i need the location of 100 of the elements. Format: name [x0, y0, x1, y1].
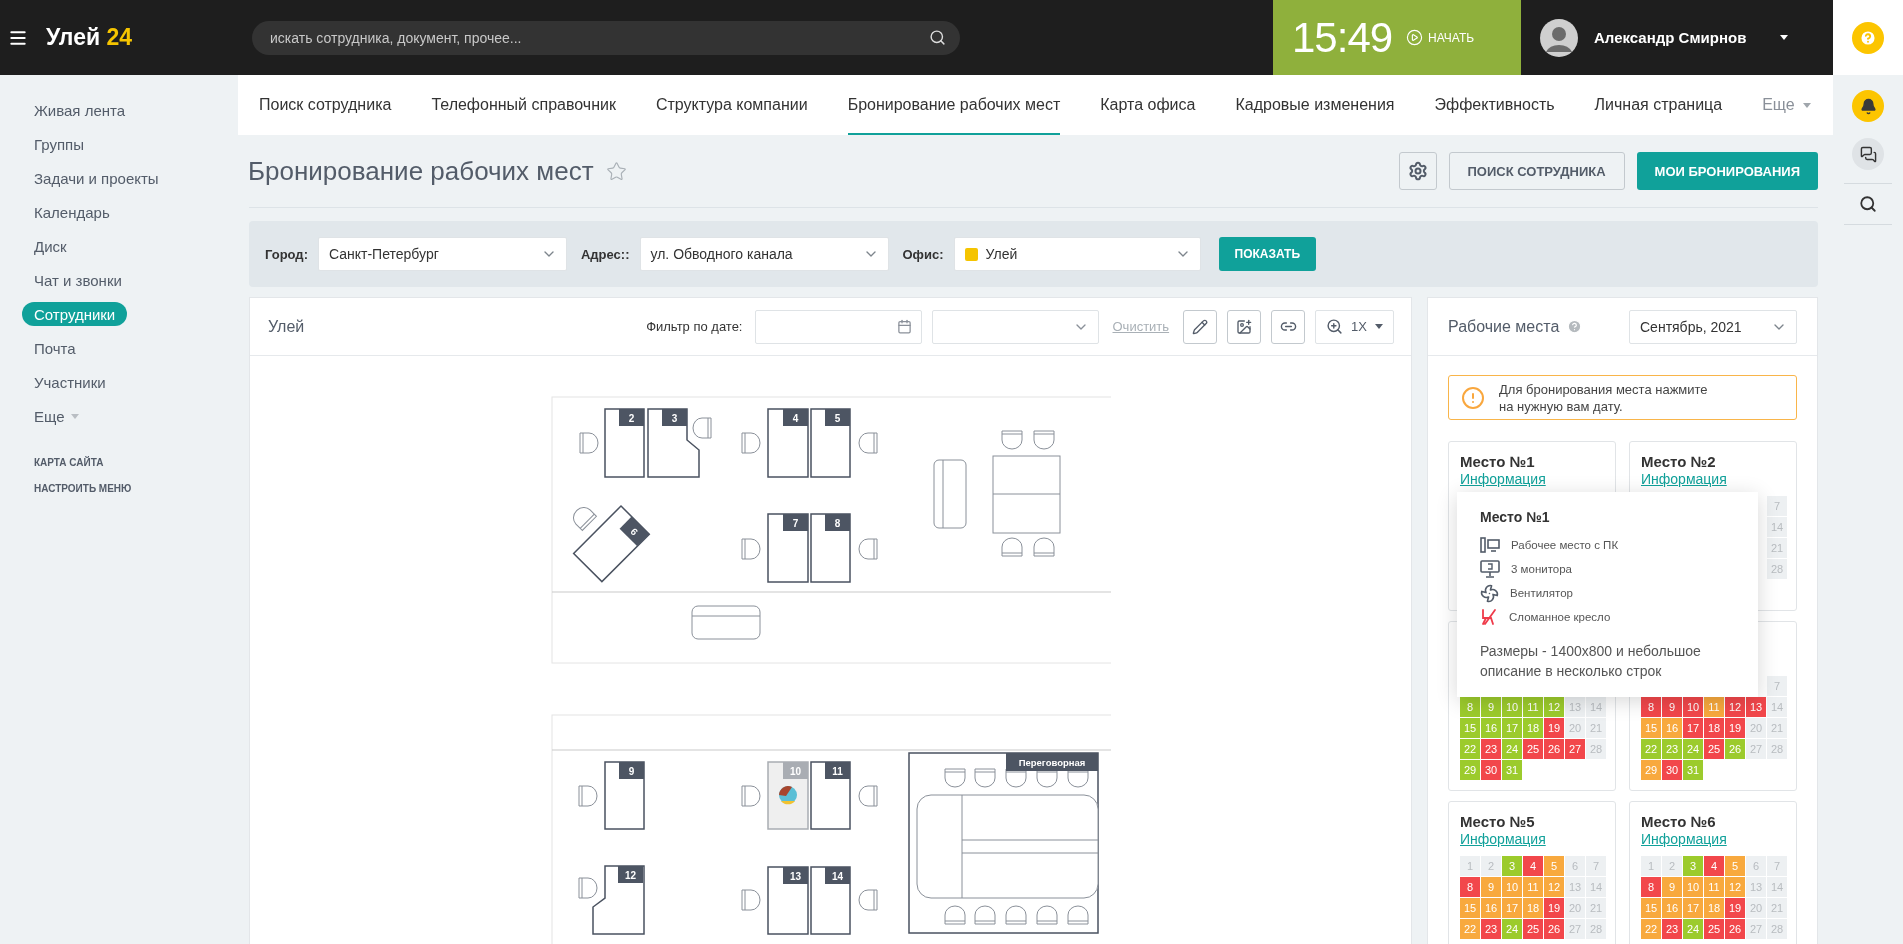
- calendar-day[interactable]: 19: [1544, 898, 1564, 918]
- desk[interactable]: 14: [810, 866, 851, 935]
- logo[interactable]: Улей 24: [46, 24, 133, 51]
- calendar-day[interactable]: 8: [1641, 877, 1661, 897]
- nav-tab[interactable]: Карта офиса: [1100, 75, 1196, 135]
- calendar-day[interactable]: 4: [1704, 856, 1724, 876]
- calendar-day[interactable]: 10: [1683, 877, 1703, 897]
- desk[interactable]: 4: [767, 408, 809, 478]
- calendar-day[interactable]: 25: [1523, 739, 1543, 759]
- calendar-day[interactable]: 24: [1502, 919, 1522, 939]
- sidebar-item[interactable]: Диск: [22, 234, 79, 258]
- calendar-day[interactable]: 10: [1502, 697, 1522, 717]
- calendar-day[interactable]: 24: [1502, 739, 1522, 759]
- desk[interactable]: 9: [604, 761, 645, 830]
- desk[interactable]: 6: [572, 504, 651, 583]
- filter-select[interactable]: Санкт-Петербург: [317, 237, 567, 271]
- calendar-day[interactable]: 9: [1662, 697, 1682, 717]
- sidebar-item[interactable]: Чат и звонки: [22, 268, 134, 292]
- calendar-day[interactable]: 19: [1725, 898, 1745, 918]
- calendar-day[interactable]: 23: [1662, 739, 1682, 759]
- calendar-day[interactable]: 26: [1725, 919, 1745, 939]
- filter-select[interactable]: Улей: [953, 237, 1201, 271]
- calendar-day[interactable]: 12: [1544, 697, 1564, 717]
- calendar-day[interactable]: 11: [1704, 697, 1724, 717]
- meeting-room[interactable]: [908, 752, 1099, 934]
- calendar-day[interactable]: 9: [1481, 697, 1501, 717]
- calendar-day[interactable]: 18: [1704, 718, 1724, 738]
- info-link[interactable]: Информация: [1460, 831, 1546, 848]
- calendar-day[interactable]: 31: [1683, 760, 1703, 780]
- desk[interactable]: 7: [767, 513, 809, 583]
- calendar-day[interactable]: 11: [1523, 877, 1543, 897]
- calendar-day[interactable]: 22: [1460, 919, 1480, 939]
- calendar-day[interactable]: 12: [1725, 877, 1745, 897]
- calendar-day[interactable]: 17: [1683, 898, 1703, 918]
- calendar-day[interactable]: 24: [1683, 919, 1703, 939]
- calendar-day[interactable]: 11: [1704, 877, 1724, 897]
- calendar-day[interactable]: 31: [1502, 760, 1522, 780]
- calendar-day[interactable]: 3: [1502, 856, 1522, 876]
- calendar-day[interactable]: 29: [1641, 760, 1661, 780]
- select-field[interactable]: [931, 309, 1099, 344]
- calendar-day[interactable]: 11: [1523, 697, 1543, 717]
- calendar-day[interactable]: 17: [1502, 718, 1522, 738]
- sidebar-link[interactable]: НАСТРОИТЬ МЕНЮ: [34, 483, 132, 494]
- desk[interactable]: 10: [767, 761, 809, 830]
- settings-button[interactable]: [1398, 152, 1437, 190]
- calendar-day[interactable]: 26: [1544, 919, 1564, 939]
- image-button[interactable]: [1227, 309, 1262, 344]
- calendar-day[interactable]: 9: [1662, 877, 1682, 897]
- search-field[interactable]: искать сотрудника, документ, прочее...: [252, 20, 960, 55]
- sidebar-more[interactable]: Еще: [22, 404, 91, 428]
- calendar-day[interactable]: 5: [1725, 856, 1745, 876]
- chat-button[interactable]: [1852, 138, 1884, 170]
- search-employee-button[interactable]: ПОИСК СОТРУДНИКА: [1448, 152, 1625, 190]
- calendar-day[interactable]: 27: [1565, 739, 1585, 759]
- month-select[interactable]: Сентябрь, 2021: [1629, 309, 1797, 344]
- calendar-day[interactable]: 15: [1641, 718, 1661, 738]
- calendar-day[interactable]: 23: [1481, 919, 1501, 939]
- calendar-day[interactable]: 19: [1725, 718, 1745, 738]
- calendar-day[interactable]: 30: [1662, 760, 1682, 780]
- sidebar-item[interactable]: Задачи и проекты: [22, 166, 171, 190]
- calendar-day[interactable]: 22: [1641, 919, 1661, 939]
- calendar-day[interactable]: 22: [1641, 739, 1661, 759]
- info-link[interactable]: Информация: [1641, 471, 1727, 488]
- calendar-day[interactable]: 12: [1544, 877, 1564, 897]
- calendar-day[interactable]: 19: [1544, 718, 1564, 738]
- zoom-button[interactable]: 1X: [1315, 309, 1394, 344]
- calendar-day[interactable]: 12: [1725, 697, 1745, 717]
- nav-tab[interactable]: Личная страница: [1594, 75, 1723, 135]
- calendar-day[interactable]: 18: [1523, 898, 1543, 918]
- calendar-day[interactable]: 24: [1683, 739, 1703, 759]
- edit-button[interactable]: [1183, 309, 1218, 344]
- calendar-day[interactable]: 29: [1460, 760, 1480, 780]
- desk[interactable]: 5: [810, 408, 851, 478]
- calendar-day[interactable]: 4: [1523, 856, 1543, 876]
- calendar-day[interactable]: 8: [1641, 697, 1661, 717]
- calendar-day[interactable]: 16: [1481, 898, 1501, 918]
- sidebar-item[interactable]: Почта: [22, 336, 88, 360]
- calendar-day[interactable]: 15: [1641, 898, 1661, 918]
- calendar-day[interactable]: 3: [1683, 856, 1703, 876]
- nav-tab[interactable]: Бронирование рабочих мест: [847, 75, 1061, 135]
- nav-tab[interactable]: Структура компании: [655, 75, 808, 135]
- calendar-day[interactable]: 16: [1481, 718, 1501, 738]
- calendar-day[interactable]: 17: [1502, 898, 1522, 918]
- calendar-day[interactable]: 25: [1704, 919, 1724, 939]
- info-link[interactable]: Информация: [1641, 831, 1727, 848]
- more-tab[interactable]: Еще: [1762, 75, 1811, 135]
- sidebar-item[interactable]: Группы: [22, 132, 96, 156]
- calendar-day[interactable]: 16: [1662, 898, 1682, 918]
- calendar-day[interactable]: 5: [1544, 856, 1564, 876]
- sidebar-item[interactable]: Участники: [22, 370, 118, 394]
- calendar-day[interactable]: 25: [1523, 919, 1543, 939]
- star-icon[interactable]: [605, 160, 627, 182]
- calendar-day[interactable]: 10: [1683, 697, 1703, 717]
- notifications-button[interactable]: [1852, 90, 1884, 122]
- clear-link[interactable]: Очистить: [1112, 319, 1170, 334]
- calendar-day[interactable]: 16: [1662, 718, 1682, 738]
- calendar-day[interactable]: 9: [1481, 877, 1501, 897]
- info-link[interactable]: Информация: [1460, 471, 1546, 488]
- calendar-day[interactable]: 30: [1481, 760, 1501, 780]
- calendar-day[interactable]: 8: [1460, 697, 1480, 717]
